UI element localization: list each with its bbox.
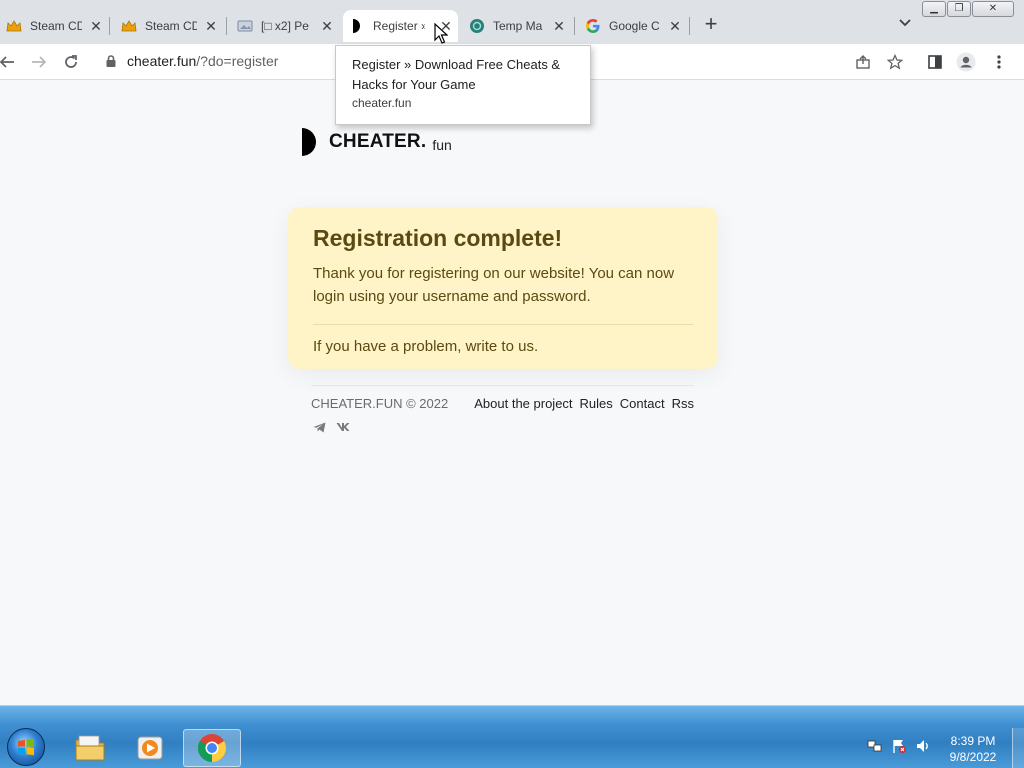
bookmark-star-icon[interactable]: [885, 52, 905, 72]
explorer-icon: [75, 735, 105, 761]
tab-label: Register »: [373, 19, 425, 33]
tab-temp-mail[interactable]: Temp Ma ✕: [463, 10, 571, 42]
crown-icon: [121, 18, 137, 34]
site-logo[interactable]: CHEATER. fun: [300, 128, 452, 156]
window-controls: ▁ ❐ ✕: [921, 1, 1014, 17]
profile-avatar-icon[interactable]: [956, 52, 976, 72]
tab-label: [□ x2] Pe: [261, 19, 309, 33]
volume-icon[interactable]: [914, 737, 932, 755]
tab-separator: [226, 17, 227, 35]
card-help-text: If you have a problem, write to us.: [313, 338, 539, 355]
card-divider: [313, 324, 693, 325]
half-circle-logo-icon: [349, 18, 365, 34]
logo-brand: CHEATER.: [329, 131, 427, 152]
vk-icon[interactable]: [335, 420, 351, 434]
network-icon[interactable]: [866, 737, 884, 755]
site-footer: CHEATER.FUN © 2022 About the project Rul…: [311, 385, 694, 432]
tab-steam-cd-1[interactable]: Steam CD ✕: [0, 10, 108, 42]
windows-taskbar: 8:39 PM 9/8/2022: [0, 705, 1024, 768]
chrome-icon: [198, 734, 226, 762]
footer-link-rules[interactable]: Rules: [580, 396, 613, 411]
footer-copyright: CHEATER.FUN © 2022: [311, 396, 449, 411]
footer-link-about[interactable]: About the project: [474, 396, 572, 411]
footer-link-contact[interactable]: Contact: [620, 396, 665, 411]
close-tab-icon[interactable]: ✕: [203, 18, 219, 34]
close-tab-icon[interactable]: ✕: [551, 18, 567, 34]
start-button[interactable]: [7, 728, 45, 766]
footer-links: About the project Rules Contact Rss: [467, 396, 694, 411]
new-tab-button[interactable]: +: [700, 13, 722, 36]
tab-separator: [109, 17, 110, 35]
windows-logo-icon: [18, 738, 34, 756]
taskbar-chrome[interactable]: [183, 729, 241, 767]
tab-hover-tooltip: Register » Download Free Cheats & Hacks …: [335, 45, 591, 125]
side-panel-icon[interactable]: [925, 52, 945, 72]
tab-separator: [574, 17, 575, 35]
clock-date: 9/8/2022: [949, 750, 997, 764]
back-arrow-icon[interactable]: [0, 51, 18, 73]
half-circle-logo-icon: [302, 128, 316, 156]
tab-label: Temp Ma: [493, 19, 543, 33]
tab-google[interactable]: Google C ✕: [579, 10, 687, 42]
menu-kebab-icon[interactable]: [989, 52, 1009, 72]
tooltip-title: Register » Download Free Cheats & Hacks …: [352, 57, 561, 92]
image-icon: [237, 18, 253, 34]
lock-icon[interactable]: [104, 54, 118, 68]
tab-label: Steam CD: [30, 19, 82, 33]
crown-icon: [6, 18, 22, 34]
url-path: /?do=register: [196, 53, 279, 69]
reload-icon[interactable]: [60, 51, 82, 73]
tab-separator: [689, 17, 690, 35]
page-content: CHEATER. fun Registration complete! Than…: [0, 81, 1024, 705]
google-icon: [585, 18, 601, 34]
minimize-button[interactable]: ▁: [922, 1, 946, 17]
tab-label: Steam CD: [145, 19, 197, 33]
mouse-cursor-icon: [434, 23, 448, 44]
tab-steam-cd-2[interactable]: Steam CD ✕: [115, 10, 223, 42]
share-icon[interactable]: [853, 52, 873, 72]
system-tray: [866, 737, 938, 755]
close-window-button[interactable]: ✕: [972, 1, 1014, 17]
taskbar-clock[interactable]: 8:39 PM 9/8/2022: [944, 733, 1002, 765]
show-desktop-button[interactable]: [1012, 728, 1024, 768]
footer-social: [311, 420, 359, 434]
close-tab-icon[interactable]: ✕: [88, 18, 104, 34]
taskbar-explorer[interactable]: [61, 729, 119, 767]
address-bar[interactable]: cheater.fun/?do=register: [127, 53, 278, 69]
media-player-icon: [137, 736, 163, 760]
clock-time: 8:39 PM: [950, 734, 996, 748]
url-host: cheater.fun: [127, 53, 197, 69]
close-tab-icon[interactable]: ✕: [667, 18, 683, 34]
registration-success-card: Registration complete! Thank you for reg…: [288, 207, 718, 369]
action-center-flag-icon[interactable]: [890, 737, 908, 755]
restore-button[interactable]: ❐: [947, 1, 971, 17]
tab-image[interactable]: [□ x2] Pe ✕: [231, 10, 339, 42]
tab-search-chevron-icon[interactable]: [896, 16, 914, 34]
temp-mail-icon: [469, 18, 485, 34]
logo-tld: fun: [432, 136, 452, 153]
tooltip-domain: cheater.fun: [352, 96, 412, 110]
footer-link-rss[interactable]: Rss: [672, 396, 694, 411]
forward-arrow-icon[interactable]: [28, 51, 50, 73]
taskbar-media-player[interactable]: [121, 729, 179, 767]
telegram-icon[interactable]: [311, 420, 327, 434]
tab-strip: Steam CD ✕ Steam CD ✕ [□ x2] Pe ✕ Regist…: [0, 0, 1024, 44]
card-message: Thank you for registering on our website…: [313, 265, 675, 305]
tab-label: Google C: [609, 19, 660, 33]
card-title: Registration complete!: [313, 225, 563, 251]
close-tab-icon[interactable]: ✕: [319, 18, 335, 34]
